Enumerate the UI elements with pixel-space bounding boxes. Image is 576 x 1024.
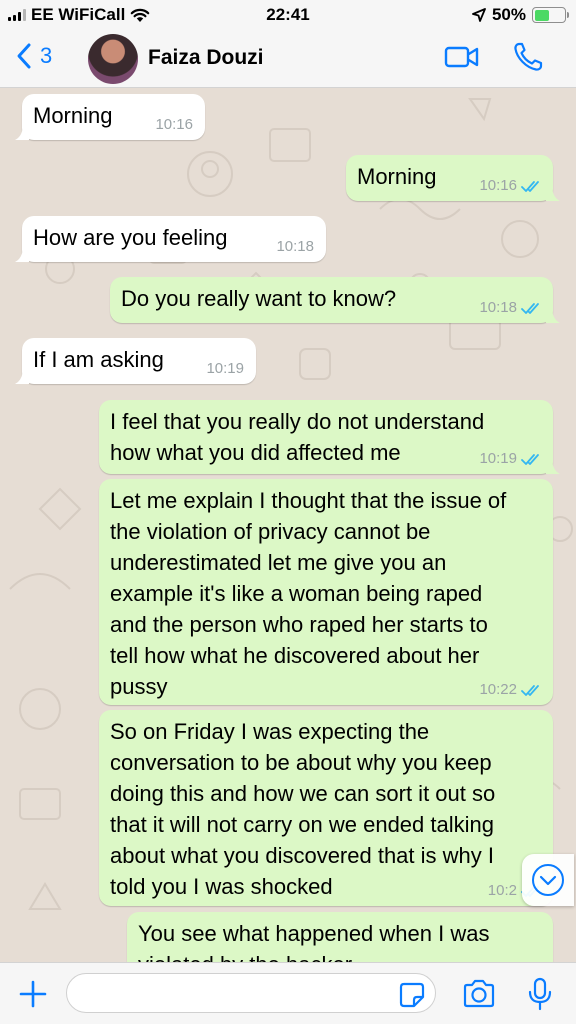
video-call-icon[interactable] [444,45,480,69]
attach-plus-icon[interactable] [18,979,48,1009]
outgoing-message-bubble[interactable]: You see what happened when I was violate… [127,912,553,962]
chat-header: 3 Faiza Douzi [0,32,576,88]
battery-percent: 50% [491,5,526,24]
unread-count: 3 [40,43,53,68]
chat-area[interactable]: Morning 10:16 Morning 10:16 How are you feel… [0,89,576,962]
microphone-icon[interactable] [526,977,554,1011]
bubble-tail [546,458,560,474]
battery-level [534,9,549,21]
input-bar [0,962,576,1024]
contact-name[interactable]: Faiza Douzi [148,46,264,70]
message-text: Morning [33,103,113,128]
read-receipt-double-check-icon [521,180,539,192]
message-text: So on Friday I was expecting the convers… [110,719,496,899]
message-timestamp: 10:18 [276,238,314,255]
outgoing-message-bubble[interactable]: Do you really want to know? 10:18 [110,277,560,323]
bubble-tail [15,246,29,262]
message-text: You see what happened when I was violate… [138,921,490,962]
message-timestamp: 10:19 [206,360,244,377]
bubble-tail [15,124,29,140]
message-text: Let me explain I thought that the issue … [110,488,507,699]
read-receipt-double-check-icon [521,302,539,314]
bubble-tail [546,185,560,201]
message-timestamp: 10:22 [479,681,543,699]
status-bar: EE WiFiCall 22:41 50% [0,0,576,32]
scroll-to-bottom-button[interactable] [522,854,574,906]
message-text: I feel that you really do not understand… [110,409,485,465]
message-timestamp: 10:16 [155,116,193,133]
incoming-message-bubble[interactable]: Morning 10:16 [15,94,205,140]
incoming-message-bubble[interactable]: If I am asking 10:19 [15,338,256,384]
message-timestamp: 10:18 [479,299,543,317]
status-right: 50% [472,5,569,25]
chevron-down-icon [532,864,564,896]
message-text: Morning [357,164,437,189]
message-input[interactable] [66,973,436,1013]
avatar[interactable] [88,34,138,84]
message-timestamp: 10:19 [479,450,543,468]
back-button[interactable]: 3 [16,42,52,70]
location-arrow-icon [472,8,486,22]
outgoing-message-bubble[interactable]: Morning 10:16 [346,155,560,201]
outgoing-message-bubble[interactable]: Let me explain I thought that the issue … [99,479,553,705]
bubble-tail [15,368,29,384]
outgoing-message-bubble[interactable]: I feel that you really do not understand… [99,400,560,474]
camera-icon[interactable] [462,979,496,1009]
read-receipt-double-check-icon [521,453,539,465]
battery-icon [532,7,569,23]
message-timestamp: 10:16 [479,177,543,195]
phone-icon[interactable] [512,41,544,73]
outgoing-message-bubble[interactable]: So on Friday I was expecting the convers… [99,710,553,906]
message-text: If I am asking [33,347,164,372]
read-receipt-double-check-icon [521,684,539,696]
bubble-tail [546,307,560,323]
chevron-left-icon [17,43,31,69]
message-text: How are you feeling [33,225,228,250]
incoming-message-bubble[interactable]: How are you feeling 10:18 [15,216,326,262]
sticker-icon[interactable] [398,981,426,1009]
message-text: Do you really want to know? [121,286,397,311]
